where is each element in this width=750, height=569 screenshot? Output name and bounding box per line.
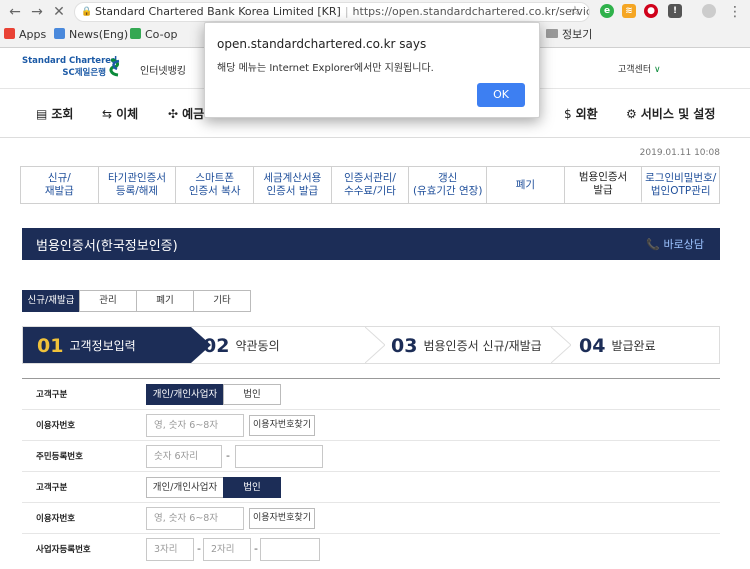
nav-transfer[interactable]: ⇆ 이체	[102, 105, 138, 122]
subtab-new[interactable]: 신규/재발급	[22, 290, 80, 312]
dollar-icon: $	[564, 107, 572, 121]
resident-front-input[interactable]: 숫자 6자리	[146, 445, 222, 468]
chevron-down-icon: ∨	[654, 65, 661, 75]
address-bar[interactable]: 🔒 Standard Chartered Bank Korea Limited …	[74, 2, 590, 22]
dialog-title: open.standardchartered.co.kr says	[217, 37, 427, 51]
menu-tab-general-cert[interactable]: 범용인증서 발급	[564, 167, 643, 203]
lock-icon: 🔒	[81, 7, 93, 17]
sc-logo[interactable]: Standard Chartered SC제일은행	[22, 56, 122, 82]
menu-tab-other-register[interactable]: 타기관인증서 등록/해제	[99, 167, 177, 203]
form-row-business: 사업자등록번호 3자리 - 2자리 -	[22, 534, 720, 565]
nav-inquiry[interactable]: ▤ 조회	[36, 105, 73, 122]
subtab-manage[interactable]: 관리	[79, 290, 137, 312]
step-2: 02 약관동의	[203, 335, 280, 357]
menu-tab-smartphone-copy[interactable]: 스마트폰 인증서 복사	[176, 167, 255, 203]
apps-icon	[4, 28, 15, 39]
tab-title: Standard Chartered Bank Korea Limited [K…	[95, 5, 341, 18]
toggle-corporate-2[interactable]: 법인	[223, 477, 281, 498]
back-icon[interactable]: ←	[6, 4, 24, 20]
dialog-message: 해당 메뉴는 Internet Explorer에서만 지원됩니다.	[217, 63, 434, 74]
certificate-menu-tabs: 신규/ 재발급 타기관인증서 등록/해제 스마트폰 인증서 복사 세금계산서용 …	[20, 166, 720, 204]
sub-tabs: 신규/재발급 관리 폐기 기타	[22, 290, 251, 312]
forward-icon[interactable]: →	[28, 4, 46, 20]
user-id-input[interactable]: 영, 숫자 6~8자	[146, 414, 244, 437]
stop-icon[interactable]: ✕	[50, 4, 68, 20]
extension-icon[interactable]: !	[668, 4, 682, 18]
find-user-id-button-2[interactable]: 이용자번호찾기	[249, 508, 315, 529]
bookmark-apps[interactable]: Apps	[4, 28, 46, 42]
bookmark-coop[interactable]: Co-op	[130, 28, 178, 42]
menu-tab-management[interactable]: 인증서관리/ 수수료/기타	[332, 167, 410, 203]
toggle-individual[interactable]: 개인/개인사업자	[146, 384, 224, 405]
menu-tab-renew[interactable]: 갱신 (유효기간 연장)	[409, 167, 488, 203]
news-icon	[54, 28, 65, 39]
form-row-user-id: 이용자번호 영, 숫자 6~8자 이용자번호찾기	[22, 410, 720, 441]
current-datetime: 2019.01.11 10:08	[639, 148, 720, 158]
menu-tab-login-otp[interactable]: 로그인비밀번호/ 법인OTP관리	[642, 167, 719, 203]
toggle-corporate[interactable]: 법인	[223, 384, 281, 405]
nav-deposit[interactable]: ✣ 예금	[168, 105, 204, 122]
coop-icon	[130, 28, 141, 39]
consult-link[interactable]: 📞 바로상담	[646, 236, 704, 252]
form-row-customer-type: 고객구분 개인/개인사업자 법인	[22, 379, 720, 410]
customer-info-form: 고객구분 개인/개인사업자 법인 이용자번호 영, 숫자 6~8자 이용자번호찾…	[22, 378, 720, 569]
url-text: https://open.standardchartered.co.kr/ser…	[352, 5, 590, 18]
biz-no-2-input[interactable]: 2자리	[203, 538, 251, 561]
form-row-user-id-2: 이용자번호 영, 숫자 6~8자 이용자번호찾기	[22, 503, 720, 534]
ok-button[interactable]: OK	[477, 83, 525, 107]
bookmark-news[interactable]: News(Eng)	[54, 28, 128, 42]
phone-icon: 📞	[646, 238, 661, 251]
menu-tab-tax-invoice[interactable]: 세금계산서용 인증서 발급	[254, 167, 332, 203]
gear-icon: ⚙	[626, 107, 637, 121]
adblock-icon[interactable]: ●	[644, 4, 658, 18]
resident-back-input[interactable]	[235, 445, 323, 468]
sc-logo-mark-icon	[109, 58, 120, 77]
rss-icon[interactable]: ≋	[622, 4, 636, 18]
page-title: 범용인증서(한국정보인증)	[36, 239, 178, 254]
alert-dialog: open.standardchartered.co.kr says 해당 메뉴는…	[204, 22, 540, 118]
find-user-id-button[interactable]: 이용자번호찾기	[249, 415, 315, 436]
profile-icon[interactable]	[702, 4, 716, 18]
menu-tab-revoke[interactable]: 폐기	[487, 167, 565, 203]
form-row-customer-type-2: 고객구분 개인/개인사업자 법인	[22, 472, 720, 503]
subtab-other[interactable]: 기타	[193, 290, 251, 312]
evernote-icon[interactable]: e	[600, 4, 614, 18]
nav-services[interactable]: ⚙ 서비스 및 설정	[626, 105, 715, 122]
page-title-bar: 범용인증서(한국정보인증) 📞 바로상담	[22, 228, 720, 260]
progress-steps: 01 고객정보입력 02 약관동의 03 범용인증서 신규/재발급 04 발급완료	[22, 326, 720, 364]
internet-banking-link[interactable]: 인터넷뱅킹	[140, 62, 186, 77]
nav-forex[interactable]: $ 외환	[564, 105, 598, 122]
biz-no-3-input[interactable]	[260, 538, 320, 561]
menu-tab-new[interactable]: 신규/ 재발급	[21, 167, 99, 203]
step-1: 01 고객정보입력	[37, 335, 136, 357]
toggle-individual-2[interactable]: 개인/개인사업자	[146, 477, 224, 498]
user-id-input-2[interactable]: 영, 숫자 6~8자	[146, 507, 244, 530]
step-arrow-icon	[551, 327, 571, 363]
step-3: 03 범용인증서 신규/재발급	[391, 335, 542, 357]
inquiry-icon: ▤	[36, 107, 48, 121]
step-4: 04 발급완료	[579, 335, 656, 357]
customer-center-link[interactable]: 고객센터 ∨	[618, 62, 661, 75]
bookmark-folder[interactable]: 정보기	[546, 28, 592, 42]
transfer-icon: ⇆	[102, 107, 113, 121]
subtab-revoke[interactable]: 폐기	[136, 290, 194, 312]
form-row-resident: 주민등록번호 숫자 6자리 -	[22, 441, 720, 472]
menu-dots-icon[interactable]: ⋮	[726, 4, 744, 20]
biz-no-1-input[interactable]: 3자리	[146, 538, 194, 561]
folder-icon	[546, 29, 558, 38]
deposit-icon: ✣	[168, 107, 179, 121]
step-arrow-icon	[365, 327, 385, 363]
star-icon[interactable]: ☆	[566, 4, 584, 20]
